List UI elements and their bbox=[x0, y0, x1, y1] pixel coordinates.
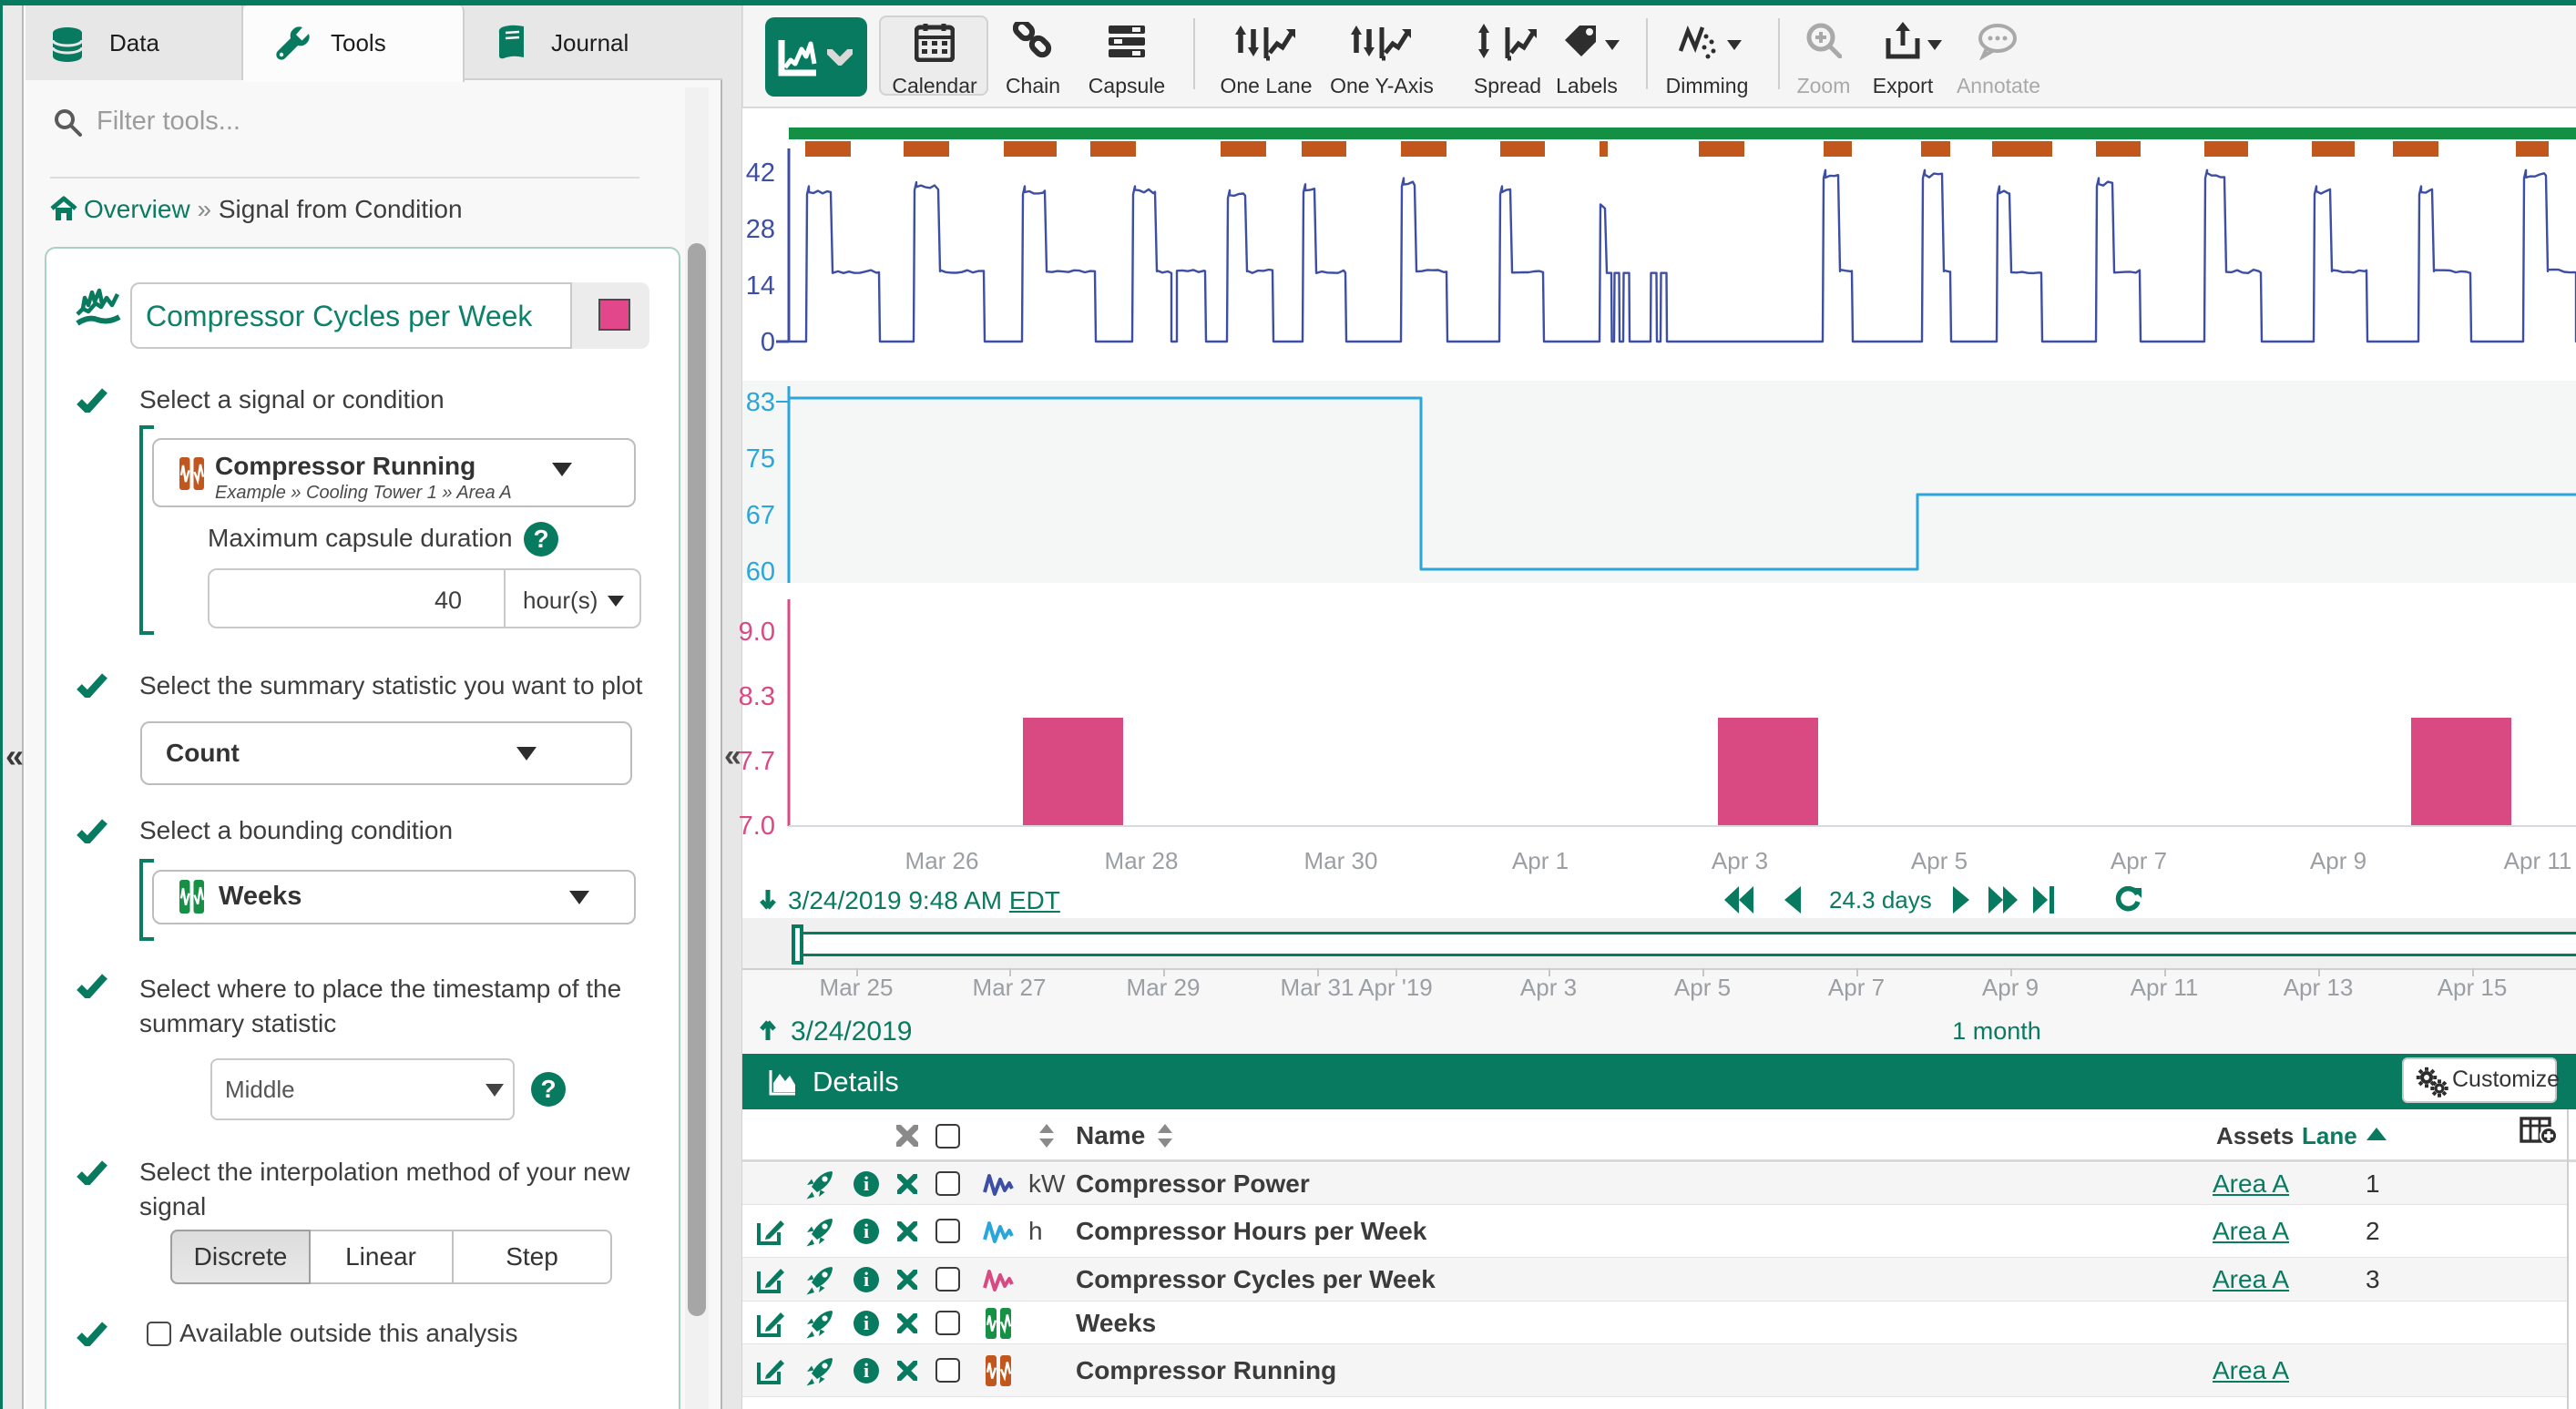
svg-text:Apr 3: Apr 3 bbox=[1712, 847, 1768, 874]
svg-text:9.0: 9.0 bbox=[739, 618, 775, 647]
svg-text:0: 0 bbox=[761, 328, 775, 357]
svg-text:83: 83 bbox=[746, 388, 775, 417]
svg-text:Apr 5: Apr 5 bbox=[1911, 847, 1968, 874]
svg-text:Apr 7: Apr 7 bbox=[2111, 847, 2167, 874]
svg-text:7.0: 7.0 bbox=[739, 812, 775, 841]
svg-text:Mar 30: Mar 30 bbox=[1304, 847, 1378, 874]
svg-text:7.7: 7.7 bbox=[739, 747, 775, 776]
svg-text:28: 28 bbox=[746, 215, 775, 244]
svg-text:75: 75 bbox=[746, 444, 775, 474]
svg-text:Mar 26: Mar 26 bbox=[905, 847, 979, 874]
svg-text:Apr 11: Apr 11 bbox=[2504, 847, 2572, 874]
svg-text:42: 42 bbox=[746, 158, 775, 188]
svg-text:14: 14 bbox=[746, 271, 775, 301]
svg-text:Apr 1: Apr 1 bbox=[1512, 847, 1569, 874]
svg-text:60: 60 bbox=[746, 557, 775, 587]
svg-text:Apr 9: Apr 9 bbox=[2310, 847, 2366, 874]
svg-text:8.3: 8.3 bbox=[739, 682, 775, 711]
svg-text:67: 67 bbox=[746, 501, 775, 530]
svg-text:Mar 28: Mar 28 bbox=[1105, 847, 1179, 874]
